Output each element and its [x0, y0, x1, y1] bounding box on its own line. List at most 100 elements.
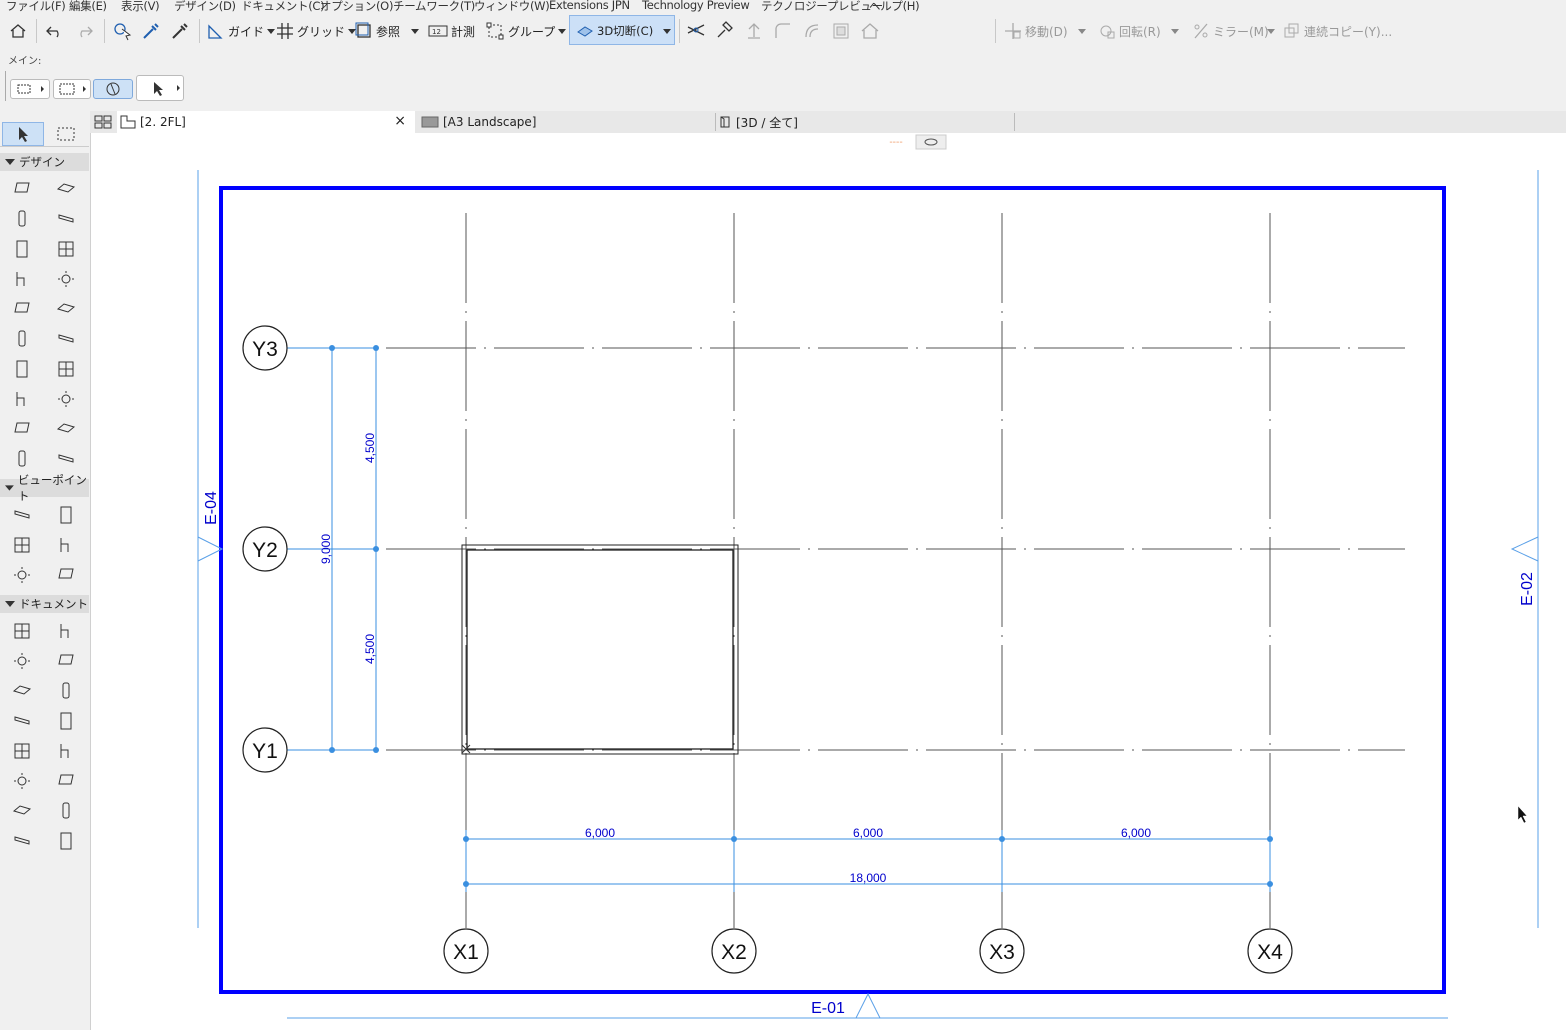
split-icon[interactable] [686, 19, 706, 43]
menu-teamwork[interactable]: チームワーク(T) [393, 0, 475, 13]
menu-file[interactable]: ファイル(F) [6, 0, 66, 13]
fill-tool[interactable] [53, 709, 79, 733]
mirror-button[interactable]: ミラー(M) [1192, 19, 1269, 43]
arrow-tool[interactable] [2, 122, 44, 146]
stamp-tool[interactable] [53, 447, 79, 471]
guide-button[interactable]: ガイド [207, 19, 276, 43]
elevate-icon[interactable] [744, 19, 764, 43]
object-tool[interactable] [9, 267, 35, 291]
adjust-icon[interactable] [715, 19, 735, 43]
rotate-dropdown[interactable] [1171, 19, 1179, 43]
menu-options[interactable]: オプション(O) [320, 0, 393, 13]
mesh-tool[interactable] [53, 357, 79, 381]
rotate-button[interactable]: 回転(R) [1098, 19, 1161, 43]
column-round-tool[interactable] [9, 447, 35, 471]
polyline-tool[interactable] [9, 769, 35, 793]
menu-design[interactable]: デザイン(D) [174, 0, 236, 13]
stair-tool[interactable] [9, 327, 35, 351]
section-document[interactable]: ドキュメント [0, 595, 89, 613]
arrow-tool-button[interactable] [136, 75, 184, 101]
cut-3d-label[interactable]: 3D切断(C) [576, 19, 653, 43]
section-viewpoint[interactable]: ビューポイント [0, 473, 89, 503]
label-tool[interactable] [53, 679, 79, 703]
syringe-icon[interactable] [170, 19, 190, 43]
angle-dimension-tool[interactable] [53, 649, 79, 673]
section-tool[interactable] [9, 503, 35, 527]
drawing-tool[interactable] [53, 829, 79, 853]
morph-tool[interactable] [9, 387, 35, 411]
tab-3d[interactable]: [3D / 全て] [717, 111, 1013, 133]
marquee-mode-button[interactable] [53, 79, 91, 99]
tab-close-icon[interactable]: × [394, 113, 406, 129]
wall-tool[interactable] [9, 177, 35, 201]
shell-tool[interactable] [53, 297, 79, 321]
menu-document[interactable]: ドキュメント(C) [241, 0, 325, 13]
select-pick-icon[interactable] [112, 19, 134, 43]
chevron-down-icon [411, 29, 419, 34]
spline-tool[interactable] [53, 769, 79, 793]
undo-icon[interactable] [45, 19, 65, 43]
window-tool[interactable] [53, 237, 79, 261]
selection-method-button[interactable] [10, 79, 50, 99]
multiply-button[interactable]: 連続コピー(Y)... [1283, 19, 1392, 43]
tab-overview-button[interactable] [90, 111, 116, 133]
railing-tool[interactable] [53, 327, 79, 351]
beam-tool[interactable] [53, 207, 79, 231]
interior-elevation-tool[interactable] [9, 533, 35, 557]
menu-help[interactable]: ヘルプ(H) [869, 0, 920, 13]
section-design[interactable]: デザイン [0, 153, 89, 171]
cut-3d-dropdown[interactable] [663, 19, 671, 43]
home-icon[interactable] [9, 19, 27, 43]
move-dropdown[interactable] [1078, 19, 1086, 43]
menu-technology-preview[interactable]: Technology Preview [642, 0, 750, 12]
elevation-tool[interactable] [53, 503, 79, 527]
camera-tool[interactable] [53, 563, 79, 587]
quick-select-toggle[interactable] [93, 79, 133, 99]
hotspot-tool[interactable] [53, 799, 79, 823]
menu-view[interactable]: 表示(V) [121, 0, 160, 13]
tab-layout[interactable]: [A3 Landscape] [418, 111, 714, 133]
dim-node-y-total [329, 747, 335, 753]
roof-icon[interactable] [860, 19, 880, 43]
skylight-tool[interactable] [9, 417, 35, 441]
slab-tool[interactable] [53, 177, 79, 201]
line-tool[interactable] [9, 739, 35, 763]
door-tool[interactable] [9, 237, 35, 261]
detail-tool[interactable] [9, 563, 35, 587]
menu-extensions-jpn[interactable]: Extensions JPN [549, 0, 630, 12]
grid-button[interactable]: グリッド [276, 19, 357, 43]
worksheet-tool[interactable] [53, 533, 79, 557]
marker-tool[interactable] [9, 709, 35, 733]
circle-tool[interactable] [53, 739, 79, 763]
resize-icon[interactable] [831, 19, 851, 43]
eyedropper-icon[interactable] [141, 19, 161, 43]
drawing-canvas[interactable]: X1 X2 X3 X4 Y3 Y2 Y1 6,000 6,000 6,000 18,000 4,500… [91, 133, 1566, 1030]
menu-edit[interactable]: 編集(E) [69, 0, 107, 13]
column-tool[interactable] [9, 207, 35, 231]
hatch-tool[interactable] [9, 799, 35, 823]
dimension-tool[interactable] [9, 619, 35, 643]
marquee-tool[interactable] [53, 122, 79, 146]
move-button[interactable]: 移動(D) [1004, 19, 1068, 43]
zone-tool[interactable] [53, 387, 79, 411]
group-button[interactable]: グループ [485, 19, 567, 43]
lamp-tool[interactable] [53, 267, 79, 291]
tab-floor-plan[interactable]: [2. 2FL] × [117, 111, 415, 133]
fillet-icon[interactable] [773, 19, 793, 43]
roof-tool[interactable] [9, 297, 35, 321]
curtain-wall-tool[interactable] [9, 357, 35, 381]
reference-button[interactable]: 参照 [355, 19, 400, 43]
figure-tool[interactable] [9, 829, 35, 853]
level-dimension-tool[interactable] [53, 619, 79, 643]
reference-dropdown[interactable] [411, 19, 419, 43]
measure-button[interactable]: 12 計測 [428, 19, 475, 43]
floor-plan-drawing[interactable]: X1 X2 X3 X4 Y3 Y2 Y1 6,000 6,000 6,000 18,000 4,500… [91, 133, 1566, 1030]
menu-tech-preview-jp[interactable]: テクノロジープレビュー [761, 0, 883, 13]
redo-icon[interactable] [74, 19, 94, 43]
mirror-dropdown[interactable] [1267, 19, 1275, 43]
radial-dimension-tool[interactable] [9, 649, 35, 673]
opening-tool[interactable] [53, 417, 79, 441]
text-tool[interactable] [9, 679, 35, 703]
menu-window[interactable]: ウィンドウ(W) [474, 0, 550, 13]
offset-icon[interactable] [802, 19, 822, 43]
